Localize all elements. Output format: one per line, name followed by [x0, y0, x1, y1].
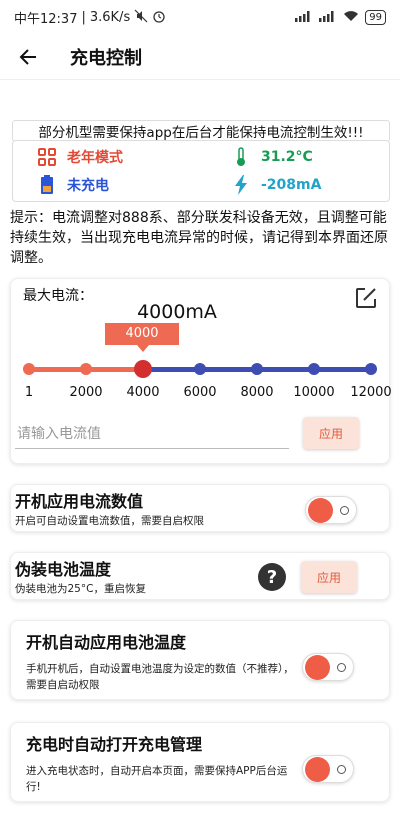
lightning-icon	[231, 175, 251, 195]
grid-mode-icon	[37, 147, 57, 167]
boot-apply-temperature-card: 开机自动应用电池温度 手机开机后，自动设置电池温度为设定的数值（不推荐），需要自…	[10, 620, 390, 700]
page-title: 充电控制	[70, 47, 142, 69]
temperature-indicator: 31.2°C	[231, 147, 313, 167]
status-bar: 中午12:37 | 3.6K/s 99	[0, 0, 400, 34]
current-indicator: -208mA	[231, 175, 321, 195]
status-time: 中午12:37	[14, 11, 78, 27]
app-bar: 充电控制	[0, 34, 400, 80]
current-slider[interactable]: 1 2000 4000 6000 8000 10000 12000 4000	[11, 323, 392, 403]
status-info-card: 老年模式 31.2°C 未充电 -208mA	[12, 140, 390, 202]
edit-icon	[356, 288, 376, 308]
boot-apply-current-desc: 开启可自动设置电流数值，需要自启权限	[15, 515, 204, 527]
slider-tick-label: 8000	[240, 385, 274, 400]
back-button[interactable]	[8, 37, 48, 77]
slider-tick	[194, 363, 206, 375]
boot-apply-temperature-toggle[interactable]	[302, 653, 354, 681]
slider-tick-label: 10000	[293, 385, 335, 400]
fake-temperature-title: 伪装电池温度	[15, 560, 112, 579]
boot-apply-temperature-desc: 手机开机后，自动设置电池温度为设定的数值（不推荐），需要自启动权限	[26, 663, 294, 691]
auto-open-charge-desc: 进入充电状态时，自动开启本页面，需要保持APP后台运行!	[26, 765, 288, 793]
auto-open-charge-toggle[interactable]	[302, 755, 354, 783]
edit-button[interactable]	[351, 283, 381, 313]
boot-apply-current-card: 开机应用电流数值 开启可自动设置电流数值，需要自启权限	[10, 484, 390, 532]
slider-tick-label: 4000	[126, 385, 160, 400]
battery-status-icon	[37, 175, 57, 195]
current-input[interactable]	[15, 419, 289, 449]
slider-value-tooltip: 4000	[105, 323, 179, 352]
toggle-knob	[305, 655, 330, 680]
boot-apply-temperature-title: 开机自动应用电池温度	[26, 633, 187, 652]
slider-tick	[308, 363, 320, 375]
max-current-value: 4000mA	[137, 301, 217, 323]
slider-tick	[365, 363, 377, 375]
charge-state-label: 未充电	[67, 178, 109, 194]
fake-temperature-desc: 伪装电池为25°C，重启恢复	[15, 583, 146, 595]
apply-temperature-button[interactable]: 应用	[301, 561, 357, 593]
slider-tick	[251, 363, 263, 375]
slider-thumb[interactable]	[134, 360, 152, 378]
battery-indicator: 99	[365, 9, 386, 25]
background-warning: 部分机型需要保持app在后台才能保持电流控制生效!!!	[12, 120, 390, 142]
toggle-off-indicator	[340, 506, 349, 515]
auto-open-charge-card: 充电时自动打开充电管理 进入充电状态时，自动开启本页面，需要保持APP后台运行!	[10, 722, 390, 802]
toggle-knob	[308, 498, 333, 523]
arrow-left-icon	[19, 48, 36, 65]
boot-apply-current-toggle[interactable]	[305, 496, 357, 524]
slider-tick-label: 6000	[183, 385, 217, 400]
charge-state-indicator: 未充电	[37, 175, 109, 195]
status-divider: |	[81, 9, 86, 25]
max-current-card: 最大电流： 4000mA 1 2000 4000 6000 8000 10000 12000…	[10, 278, 392, 464]
slider-tick-label: 2000	[69, 385, 103, 400]
thermometer-icon	[231, 147, 251, 167]
wifi-icon	[343, 10, 359, 24]
auto-open-charge-title: 充电时自动打开充电管理	[26, 735, 203, 754]
fake-temperature-card: 伪装电池温度 伪装电池为25°C，重启恢复 ? 应用	[10, 552, 390, 600]
slider-tick	[80, 363, 92, 375]
current-value: -208mA	[261, 177, 322, 193]
mode-indicator: 老年模式	[37, 147, 123, 167]
slider-tick	[23, 363, 35, 375]
mute-icon	[134, 9, 148, 25]
status-net-speed: 3.6K/s	[89, 9, 131, 25]
apply-current-button[interactable]: 应用	[303, 417, 359, 449]
toggle-off-indicator	[337, 663, 346, 672]
signal-icon	[295, 10, 313, 24]
toggle-off-indicator	[337, 765, 346, 774]
slider-tick-label: 12000	[350, 385, 392, 400]
signal-hd-icon	[319, 10, 337, 24]
boot-apply-current-title: 开机应用电流数值	[15, 492, 144, 511]
help-icon[interactable]: ?	[258, 563, 286, 591]
tip-text: 提示：电流调整对888系、部分联发科设备无效，且调整可能持续生效，当出现充电电流…	[10, 210, 388, 266]
temperature-value: 31.2°C	[261, 149, 313, 165]
alarm-icon	[152, 9, 166, 25]
toggle-knob	[305, 757, 330, 782]
slider-tick-label: 1	[24, 385, 34, 400]
mode-label: 老年模式	[67, 150, 123, 166]
